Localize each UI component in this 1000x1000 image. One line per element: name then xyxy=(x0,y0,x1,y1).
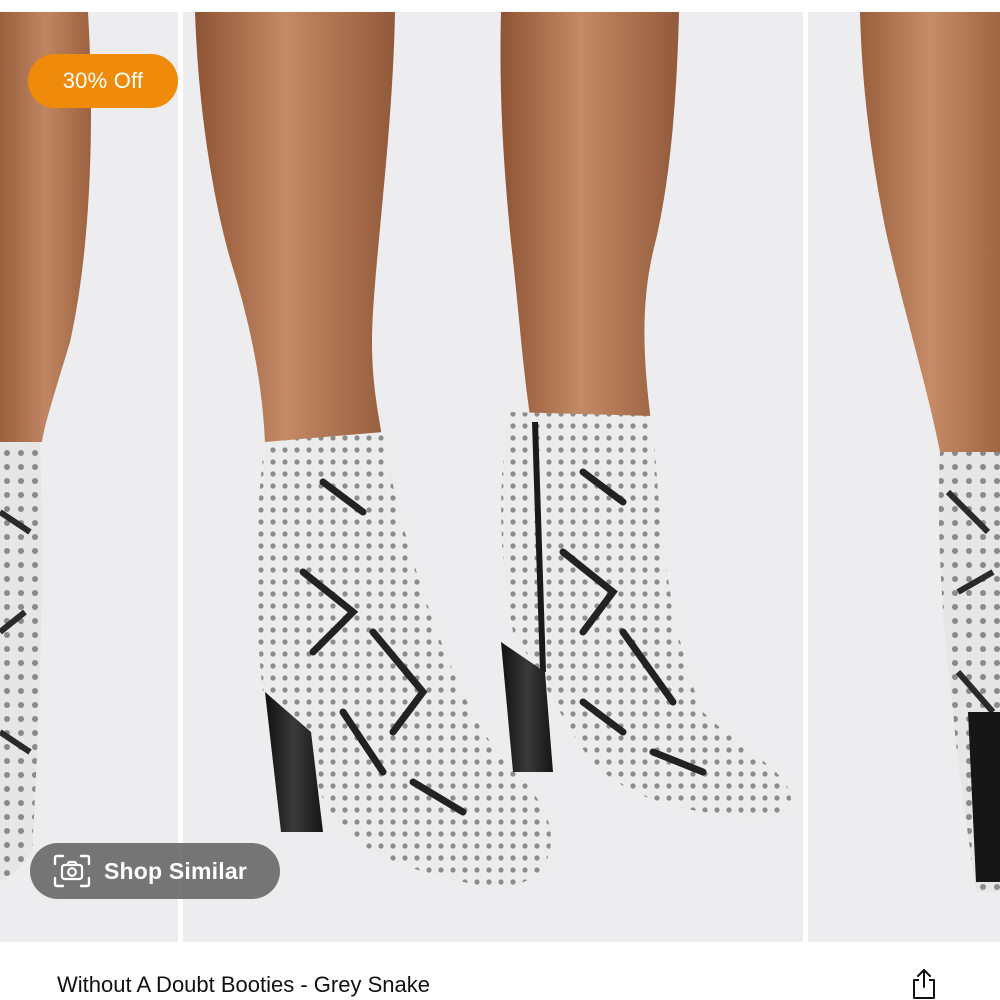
product-image-right[interactable] xyxy=(808,12,1000,942)
product-photo-main xyxy=(183,12,803,942)
product-image-left[interactable] xyxy=(0,12,178,942)
discount-label: 30% Off xyxy=(62,68,144,93)
product-photo-left xyxy=(0,12,178,942)
shop-similar-label: Shop Similar xyxy=(104,857,247,884)
camera-icon xyxy=(52,851,92,891)
product-title: Without A Doubt Booties - Grey Snake xyxy=(57,972,430,997)
product-image-gallery[interactable]: 30% Off Shop Similar xyxy=(0,12,1000,942)
discount-badge: 30% Off xyxy=(28,54,178,108)
share-button[interactable] xyxy=(904,967,944,1000)
product-image-main[interactable] xyxy=(183,12,803,942)
product-title-row: Without A Doubt Booties - Grey Snake xyxy=(0,945,1000,1000)
product-page: 30% Off Shop Similar Without A Doubt Boo… xyxy=(0,0,1000,1000)
share-icon xyxy=(913,969,935,999)
product-photo-right xyxy=(808,12,1000,942)
shop-similar-button[interactable]: Shop Similar xyxy=(30,843,280,899)
